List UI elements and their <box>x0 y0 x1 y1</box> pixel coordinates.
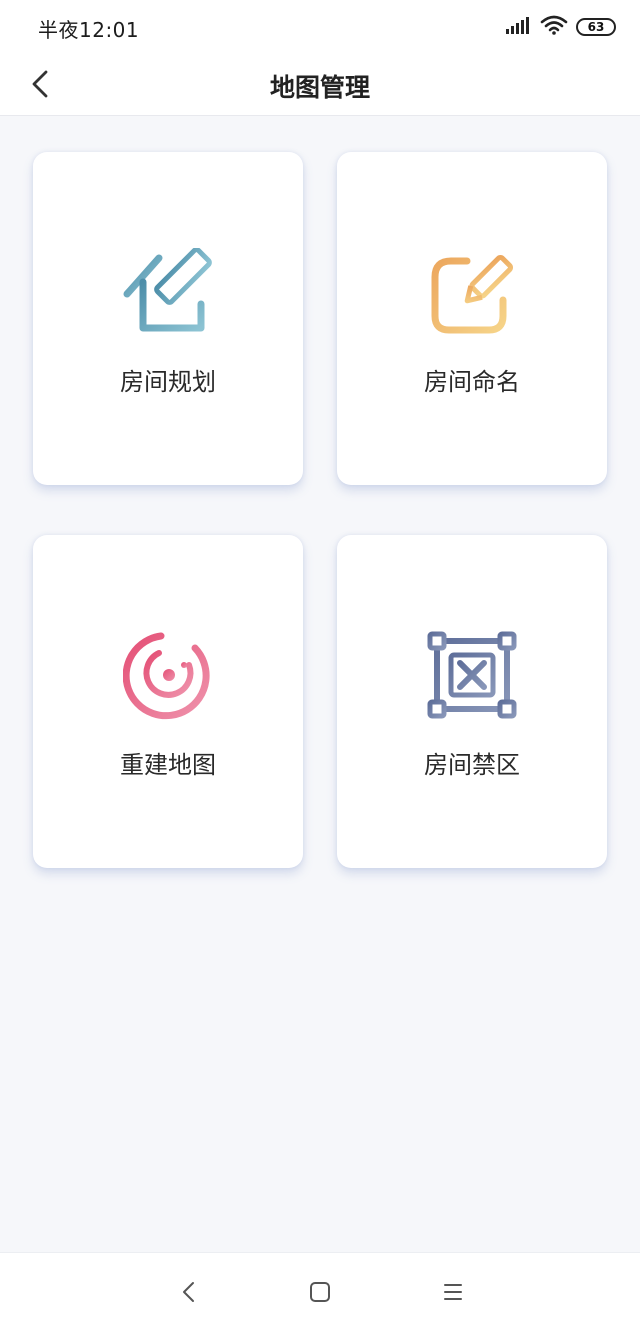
status-icons: 63 <box>506 15 616 39</box>
nav-bar: 地图管理 <box>0 54 640 116</box>
house-ruler-icon <box>123 247 213 338</box>
menu-icon <box>444 1284 462 1300</box>
system-back-button[interactable] <box>174 1277 204 1307</box>
battery-level: 63 <box>587 20 605 34</box>
card-label: 房间命名 <box>424 368 520 396</box>
system-menu-button[interactable] <box>438 1277 468 1307</box>
page-title: 地图管理 <box>269 73 370 102</box>
radar-icon <box>122 631 213 721</box>
room-naming-card[interactable]: 房间命名 <box>337 152 607 485</box>
forbidden-zone-icon <box>427 631 517 721</box>
system-home-button[interactable] <box>305 1277 335 1307</box>
status-time: 半夜12:01 <box>38 18 140 42</box>
card-label: 重建地图 <box>120 751 216 779</box>
card-label: 房间禁区 <box>424 751 520 779</box>
rebuild-map-card[interactable]: 重建地图 <box>33 535 303 868</box>
screen: 半夜12:01 63 地图管理 房间规划 房间命名 重建地图 房间禁区 <box>0 0 640 1330</box>
signal-icon <box>506 16 532 38</box>
room-no-go-zone-card[interactable]: 房间禁区 <box>337 535 607 868</box>
card-label: 房间规划 <box>120 368 216 396</box>
battery-icon: 63 <box>576 18 616 36</box>
home-icon <box>310 1282 330 1302</box>
system-nav-bar <box>0 1252 640 1330</box>
room-planning-card[interactable]: 房间规划 <box>33 152 303 485</box>
wifi-icon <box>540 15 568 39</box>
edit-pencil-icon <box>427 248 517 338</box>
back-icon <box>183 1282 194 1302</box>
status-bar: 半夜12:01 63 <box>0 0 640 54</box>
